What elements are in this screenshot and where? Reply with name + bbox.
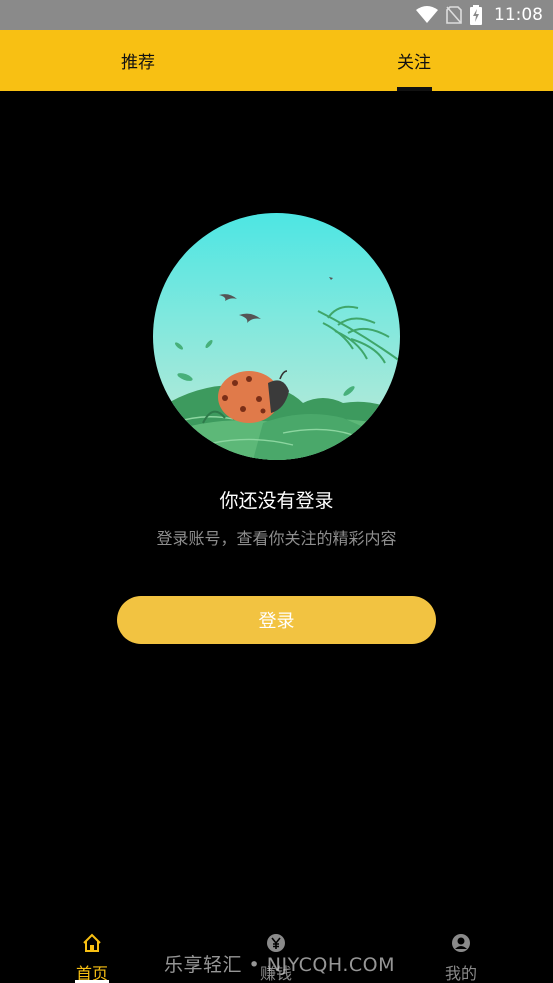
watermark: 乐享轻汇 • NJYCQH.COM [164, 954, 395, 976]
wifi-icon [416, 6, 438, 24]
home-icon [82, 933, 102, 957]
empty-state-title: 你还没有登录 [219, 490, 334, 512]
login-button[interactable]: 登录 [117, 596, 436, 644]
empty-state-subtitle: 登录账号，查看你关注的精彩内容 [156, 529, 397, 548]
no-sim-icon [446, 6, 462, 24]
tab-recommend[interactable]: 推荐 [78, 30, 198, 91]
battery-charging-icon [470, 5, 482, 25]
tab-follow[interactable]: 关注 [354, 30, 474, 91]
top-tab-bar: 推荐 关注 [0, 30, 553, 91]
ladybug-illustration [153, 213, 400, 460]
status-bar: 11:08 [0, 0, 553, 30]
nav-item-mine[interactable]: 我的 [431, 933, 491, 983]
user-icon [451, 933, 471, 957]
active-tab-indicator [397, 87, 432, 91]
app-screen: 11:08 推荐 关注 你还没有登录 登录账号，查看你关注的精彩内容 登录 首页… [0, 0, 553, 983]
nav-label-mine: 我的 [444, 964, 477, 983]
status-time: 11:08 [494, 5, 543, 25]
nav-item-home[interactable]: 首页 [62, 933, 122, 983]
